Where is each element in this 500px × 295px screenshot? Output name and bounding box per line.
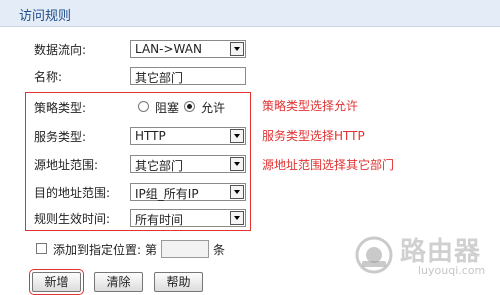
direction-label: 数据流向:	[34, 43, 87, 57]
time-label: 规则生效时间:	[34, 212, 111, 226]
name-label: 名称:	[34, 70, 63, 84]
policy-label: 策略类型:	[34, 101, 87, 115]
annotation-policy: 策略类型选择允许	[262, 99, 359, 113]
position-input[interactable]	[161, 240, 209, 258]
position-prefix: 第	[145, 243, 158, 257]
service-label: 服务类型:	[34, 130, 87, 144]
time-select[interactable]: 所有时间	[130, 209, 246, 227]
position-checkbox-label: 添加到指定位置:	[53, 243, 142, 257]
position-suffix: 条	[213, 243, 226, 257]
direction-select[interactable]: LAN->WAN	[130, 40, 246, 58]
name-value: 其它部门	[135, 71, 184, 85]
dst-select[interactable]: IP组_所有IP	[130, 183, 246, 201]
watermark-text: 路由器	[400, 237, 482, 267]
chevron-down-icon[interactable]	[230, 42, 244, 56]
time-row: 规则生效时间: 所有时间	[0, 207, 500, 229]
src-row: 源地址范围: 其它部门	[0, 153, 500, 175]
panel-header: 访问规则	[0, 0, 500, 27]
chevron-down-icon[interactable]	[230, 129, 244, 143]
annotation-service: 服务类型选择HTTP	[262, 129, 365, 143]
router-logo-icon	[355, 236, 393, 274]
service-row: 服务类型: HTTP	[0, 125, 500, 147]
panel-title: 访问规则	[19, 9, 72, 24]
radio-allow[interactable]	[184, 101, 195, 112]
direction-value: LAN->WAN	[135, 42, 202, 56]
time-value: 所有时间	[135, 213, 184, 227]
src-label: 源地址范围:	[34, 158, 99, 172]
clear-button[interactable]: 清除	[94, 272, 143, 292]
service-value: HTTP	[135, 129, 166, 143]
chevron-down-icon[interactable]	[230, 185, 244, 199]
help-button[interactable]: 帮助	[154, 272, 203, 292]
service-select[interactable]: HTTP	[130, 127, 246, 145]
add-button[interactable]: 新增	[29, 269, 84, 295]
src-value: 其它部门	[135, 159, 184, 173]
dst-value: IP组_所有IP	[135, 187, 199, 201]
watermark: 路由器 luyouqi.com	[354, 231, 492, 281]
policy-row: 策略类型: 阻塞 允许	[0, 96, 500, 118]
annotation-src: 源地址范围选择其它部门	[262, 158, 395, 172]
position-checkbox[interactable]	[36, 243, 47, 254]
chevron-down-icon[interactable]	[230, 157, 244, 171]
radio-allow-label: 允许	[201, 101, 226, 115]
radio-block-label: 阻塞	[155, 101, 180, 115]
direction-row: 数据流向: LAN->WAN	[0, 38, 500, 60]
name-input[interactable]: 其它部门	[130, 67, 246, 85]
watermark-url: luyouqi.com	[418, 264, 486, 277]
chevron-down-icon[interactable]	[230, 211, 244, 225]
dst-label: 目的地址范围:	[34, 186, 111, 200]
dst-row: 目的地址范围: IP组_所有IP	[0, 181, 500, 203]
radio-block[interactable]	[138, 101, 149, 112]
name-row: 名称: 其它部门	[0, 65, 500, 87]
src-select[interactable]: 其它部门	[130, 155, 246, 173]
